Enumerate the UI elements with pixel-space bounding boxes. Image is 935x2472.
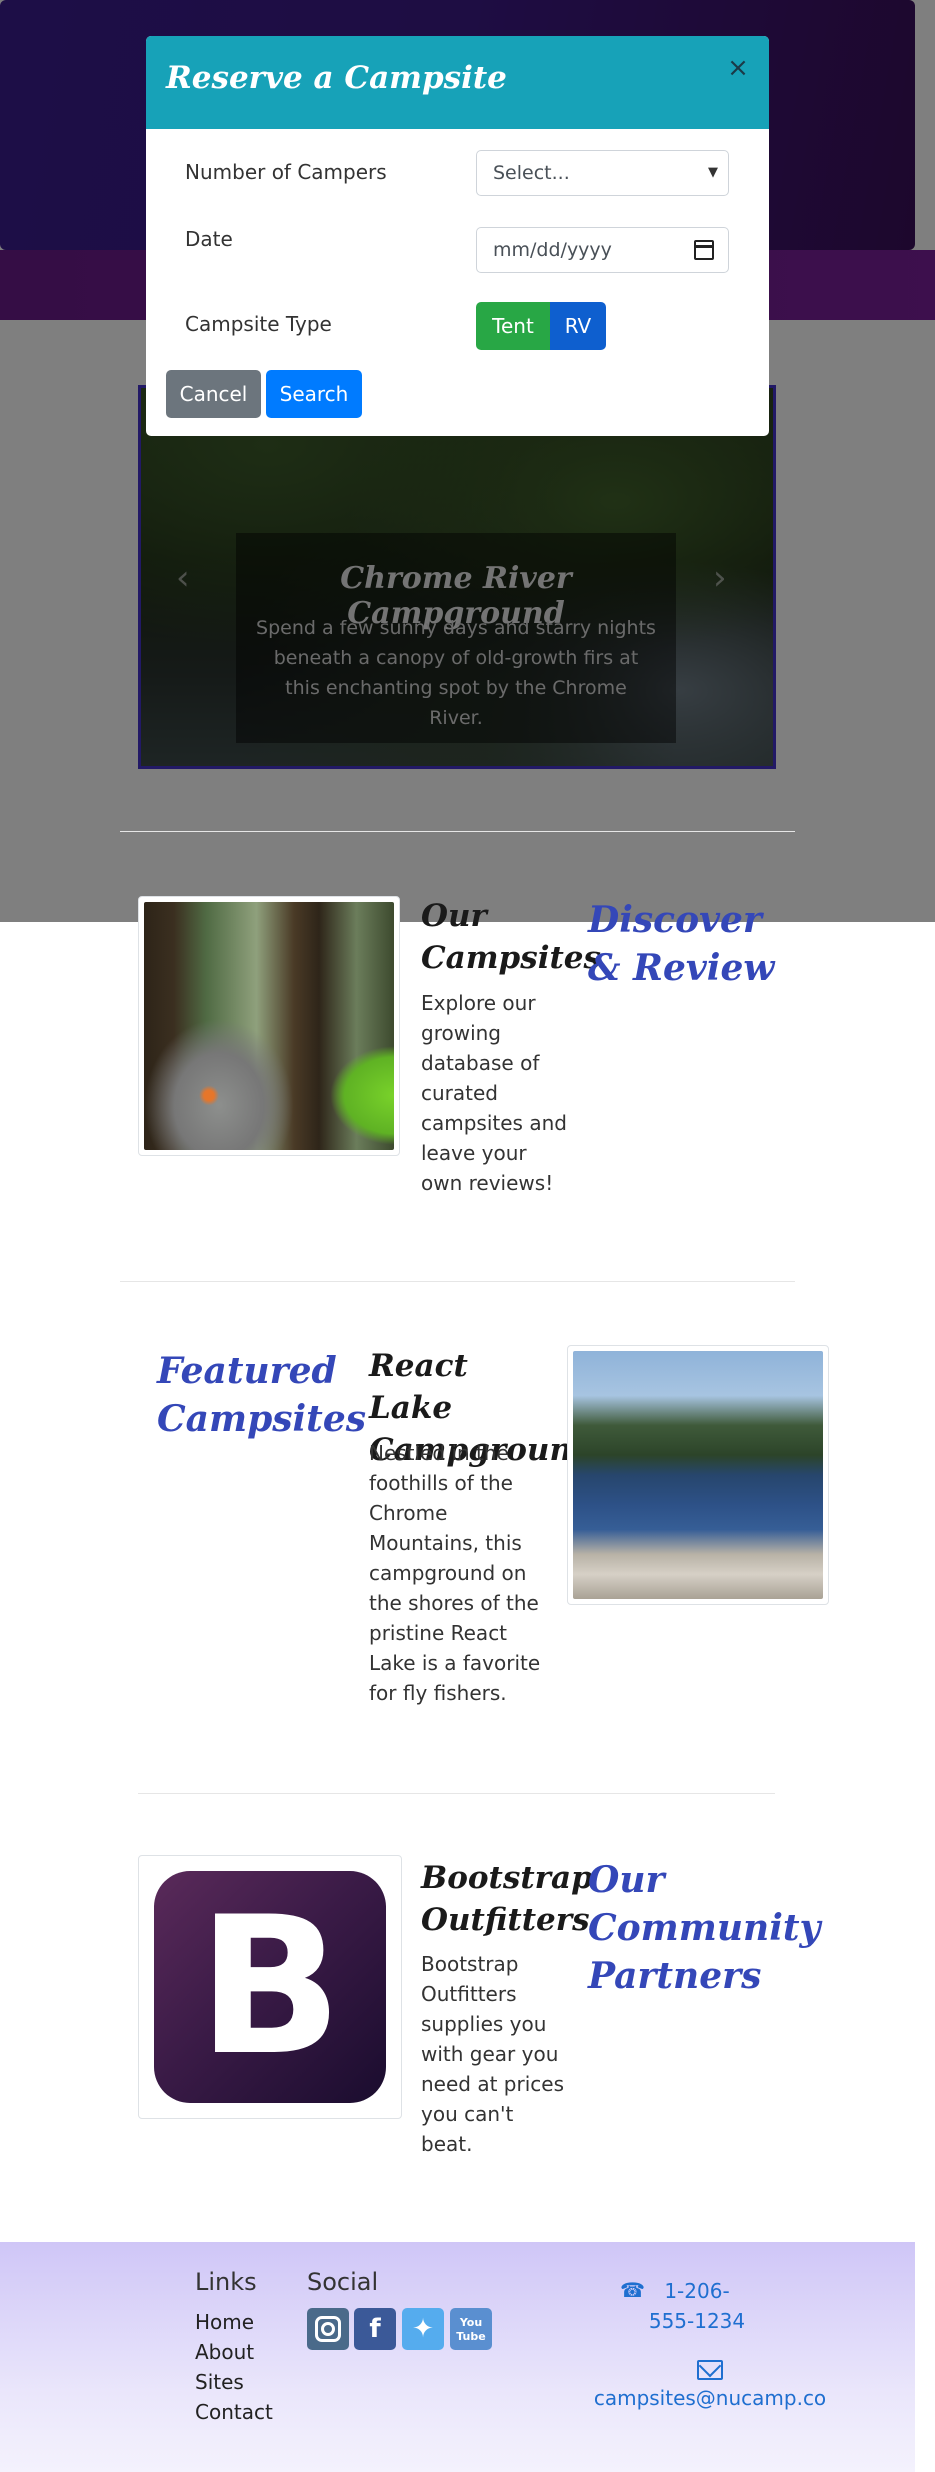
instagram-icon[interactable] [307, 2308, 349, 2350]
youtube-icon[interactable]: You Tube [450, 2308, 492, 2350]
media-title: Bootstrap Outfitters [421, 1860, 593, 1938]
twitter-icon[interactable]: ✦ [402, 2308, 444, 2350]
media-title: Our Campsites [421, 898, 601, 976]
campsites-image [138, 896, 400, 1156]
date-field[interactable]: mm/dd/yyyy [476, 227, 729, 273]
footer-phone[interactable]: 1-206-555-1234 [642, 2276, 752, 2336]
lake-photo [573, 1351, 823, 1599]
youtube-label: You Tube [456, 2316, 486, 2343]
bootstrap-logo: B [144, 1861, 396, 2113]
footer-link-home[interactable]: Home [195, 2310, 254, 2334]
rv-toggle[interactable]: RV [550, 302, 606, 350]
media-text: Nestled in the foothills of the Chrome M… [369, 1441, 541, 1705]
lake-image [567, 1345, 829, 1605]
footer-link-sites[interactable]: Sites [195, 2370, 244, 2394]
footer-link-contact[interactable]: Contact [195, 2400, 273, 2424]
footer [0, 2242, 915, 2472]
campers-select-value: Select... [493, 162, 570, 184]
cancel-button[interactable]: Cancel [166, 370, 261, 418]
campers-label: Number of Campers [185, 160, 387, 184]
reserve-modal: Reserve a Campsite × Number of Campers S… [146, 36, 769, 436]
footer-links-heading: Links [195, 2268, 257, 2296]
divider [120, 1281, 795, 1282]
section-heading: Featured Campsites [157, 1350, 366, 1440]
campers-select[interactable]: Select... ▼ [476, 150, 729, 196]
facebook-icon[interactable]: f [354, 2308, 396, 2350]
instagram-lens [321, 2322, 335, 2336]
bootstrap-logo-square: B [154, 1871, 386, 2103]
bootstrap-logo-letter: B [197, 1876, 343, 2097]
media-text: Explore our growing database of curated … [421, 991, 567, 1195]
modal-title: Reserve a Campsite [166, 60, 507, 96]
calendar-icon[interactable] [694, 240, 714, 260]
page: n ‹ Chrome River Campground Spend a few … [0, 0, 935, 2472]
footer-social-heading: Social [307, 2268, 379, 2296]
footer-email[interactable]: campsites@nucamp.co [590, 2386, 830, 2410]
modal-header: Reserve a Campsite × [146, 36, 769, 129]
tent-toggle[interactable]: Tent [476, 302, 550, 350]
bootstrap-image: B [138, 1855, 402, 2119]
campsite-type-label: Campsite Type [185, 312, 332, 336]
date-placeholder: mm/dd/yyyy [493, 239, 612, 261]
chevron-down-icon: ▼ [708, 165, 718, 180]
divider [138, 1793, 775, 1794]
footer-link-about[interactable]: About [195, 2340, 254, 2364]
campfire-photo [144, 902, 394, 1150]
envelope-icon [697, 2360, 723, 2380]
section-heading: Discover & Review [588, 899, 775, 989]
divider [120, 831, 795, 832]
date-label: Date [185, 227, 233, 251]
close-icon[interactable]: × [726, 54, 750, 82]
section-heading: Our Community Partners [588, 1859, 821, 1997]
media-text: Bootstrap Outfitters supplies you with g… [421, 1952, 564, 2156]
search-button[interactable]: Search [266, 370, 362, 418]
